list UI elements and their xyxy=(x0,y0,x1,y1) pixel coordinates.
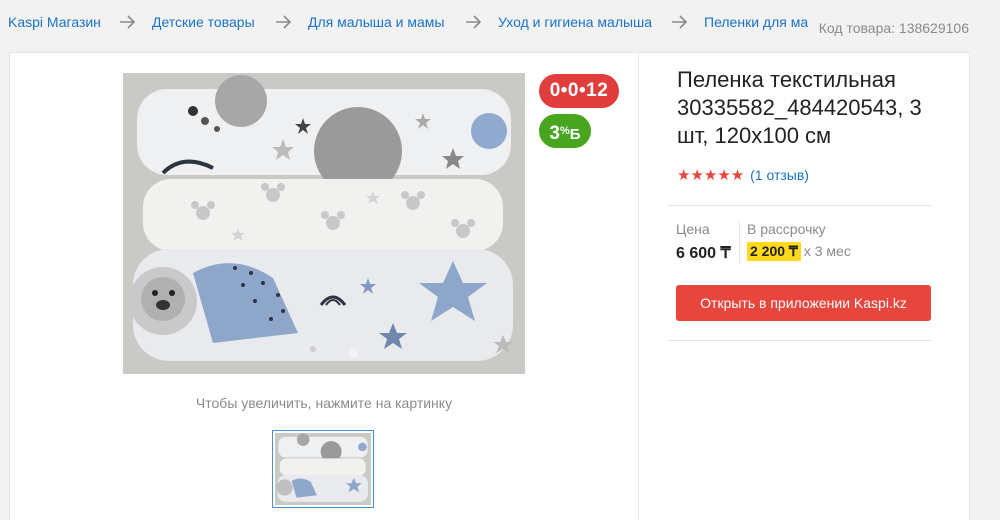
divider xyxy=(667,340,931,341)
product-photo xyxy=(123,73,525,374)
thumbnail-photo xyxy=(275,433,371,505)
breadcrumb-kaspi-shop[interactable]: Kaspi Магазин xyxy=(8,14,101,30)
rating-stars-icon: ★★★★★ xyxy=(677,167,745,184)
price-divider xyxy=(739,221,740,263)
arrow-right-icon xyxy=(672,15,688,29)
bonus-letter: Б xyxy=(569,126,581,143)
product-rating: ★★★★★ (1 отзыв) xyxy=(677,166,809,184)
breadcrumb-baby-and-mom[interactable]: Для малыша и мамы xyxy=(308,14,444,30)
open-in-app-button[interactable]: Открыть в приложении Kaspi.kz xyxy=(676,285,931,321)
divider xyxy=(667,205,931,206)
product-title: Пеленка текстильная 30335582_484420543, … xyxy=(677,67,922,148)
price-label: Цена xyxy=(676,221,710,237)
price-value: 6 600 ₸ xyxy=(676,245,731,262)
breadcrumb-diapers[interactable]: Пеленки для малыша xyxy=(704,14,808,30)
arrow-right-icon xyxy=(276,15,292,29)
arrow-right-icon xyxy=(120,15,136,29)
product-code: Код товара: 138629106 xyxy=(818,20,969,36)
column-divider xyxy=(638,53,639,520)
breadcrumb-kids-goods[interactable]: Детские товары xyxy=(152,14,255,30)
installment-amount: 2 200 ₸ xyxy=(747,242,801,261)
breadcrumb: Kaspi Магазин Детские товары Для малыша … xyxy=(0,0,808,46)
arrow-right-icon xyxy=(466,15,482,29)
reviews-link[interactable]: (1 отзыв) xyxy=(750,167,809,183)
product-main-image[interactable] xyxy=(123,73,525,374)
installment-badge: 0•0•12 xyxy=(539,74,619,108)
gallery-thumbnail[interactable] xyxy=(272,430,374,508)
installment-term: x 3 мес xyxy=(803,243,851,259)
zoom-hint: Чтобы увеличить, нажмите на картинку xyxy=(195,395,453,411)
price-block: Цена 6 600 ₸ xyxy=(676,221,731,263)
bonus-percent-sign: % xyxy=(560,125,570,137)
breadcrumb-baby-care[interactable]: Уход и гигиена малыша xyxy=(498,14,652,30)
bonus-badge: 3%Б xyxy=(539,114,591,148)
installment-label: В рассрочку xyxy=(747,221,826,237)
installment-block: В рассрочку 2 200 ₸ x 3 мес xyxy=(747,221,851,261)
bonus-percent: 3 xyxy=(549,123,560,144)
